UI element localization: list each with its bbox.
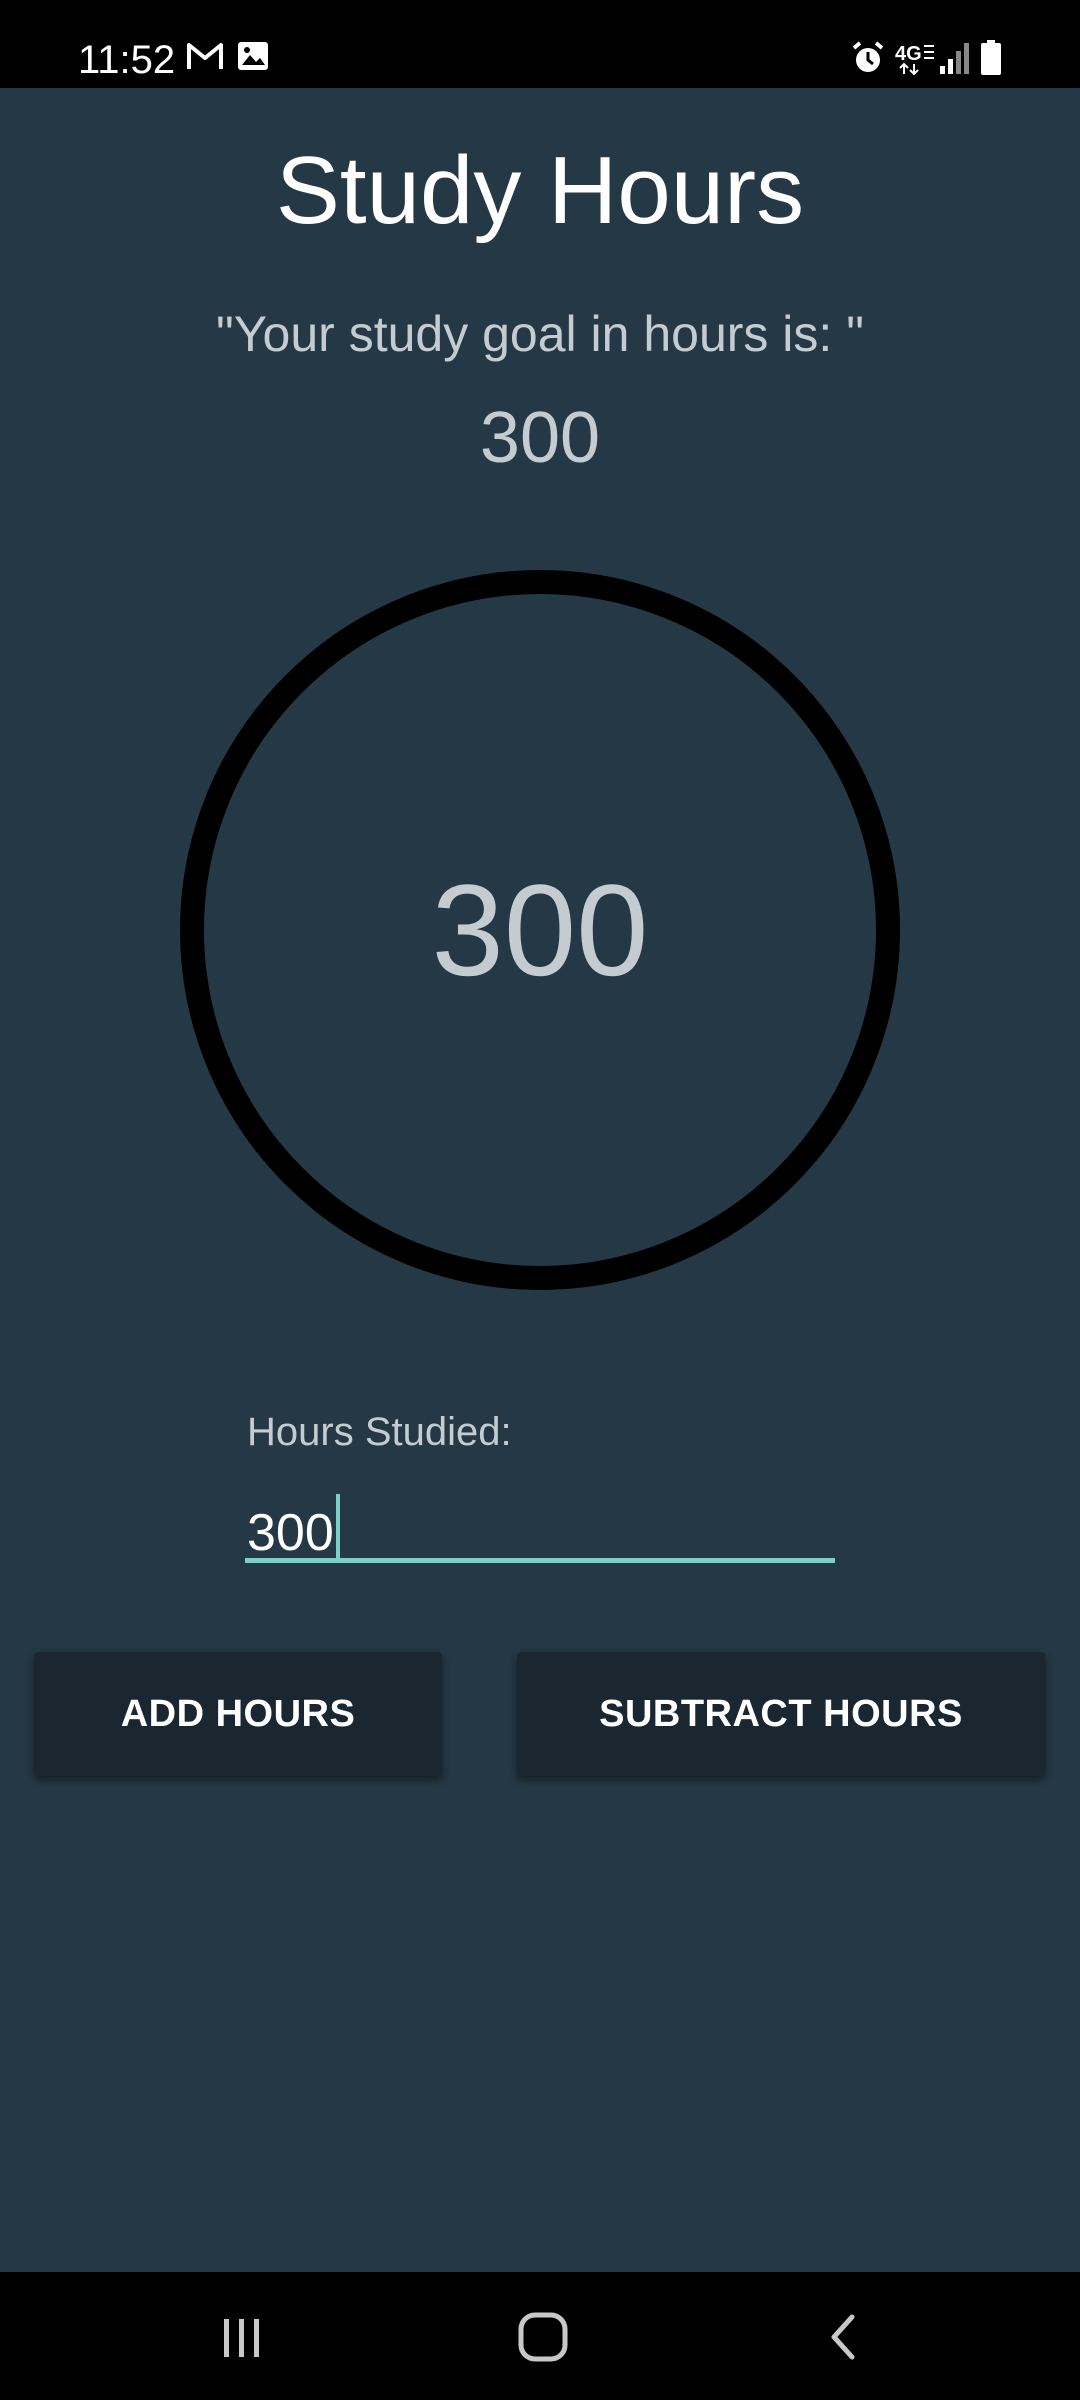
add-hours-button[interactable]: ADD HOURS — [34, 1652, 442, 1776]
subtract-hours-button[interactable]: SUBTRACT HOURS — [517, 1652, 1045, 1776]
4g-lte-icon: 4G — [894, 40, 936, 76]
image-icon — [236, 40, 270, 76]
screen: 11:52 4G Study Hours "Your study goal in… — [0, 0, 1080, 2400]
hours-studied-value: 300 — [247, 1494, 340, 1563]
goal-label: "Your study goal in hours is: " — [216, 306, 864, 362]
back-icon[interactable] — [804, 2302, 884, 2372]
goal-value: 300 — [479, 398, 601, 478]
navigation-bar — [0, 2272, 1080, 2400]
battery-icon — [980, 40, 1002, 76]
page-title: Study Hours — [275, 137, 805, 244]
alarm-icon — [850, 40, 886, 76]
hours-studied-text: 300 — [247, 1504, 334, 1562]
signal-icon — [938, 40, 970, 76]
home-icon[interactable] — [503, 2302, 583, 2372]
svg-text:4G: 4G — [895, 43, 922, 65]
recent-apps-icon[interactable] — [202, 2302, 282, 2372]
progress-value: 300 — [431, 857, 649, 1003]
hours-studied-label: Hours Studied: — [247, 1410, 512, 1454]
status-time: 11:52 — [78, 38, 176, 82]
status-bar: 11:52 4G — [0, 0, 1080, 88]
gmail-icon — [186, 40, 224, 76]
app-content: Study Hours "Your study goal in hours is… — [0, 88, 1080, 2272]
hours-studied-input[interactable]: 300 — [245, 1488, 835, 1563]
text-cursor — [335, 1494, 340, 1560]
